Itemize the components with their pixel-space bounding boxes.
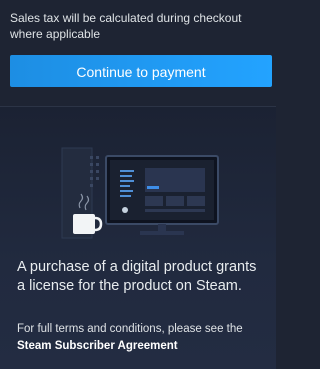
steam-logo-shape	[122, 207, 128, 213]
monitor-stand-shape	[158, 224, 166, 232]
license-statement: A purchase of a digital product grants a…	[17, 259, 257, 294]
terms-prefix: For full terms and conditions, please se…	[17, 323, 243, 335]
subscriber-agreement-link[interactable]: Steam Subscriber Agreement	[17, 340, 178, 352]
terms-paragraph: For full terms and conditions, please se…	[17, 321, 267, 355]
computer-illustration	[61, 147, 219, 239]
sales-tax-note: Sales tax will be calculated during chec…	[10, 11, 242, 41]
continue-to-payment-button[interactable]: Continue to payment	[10, 55, 272, 87]
